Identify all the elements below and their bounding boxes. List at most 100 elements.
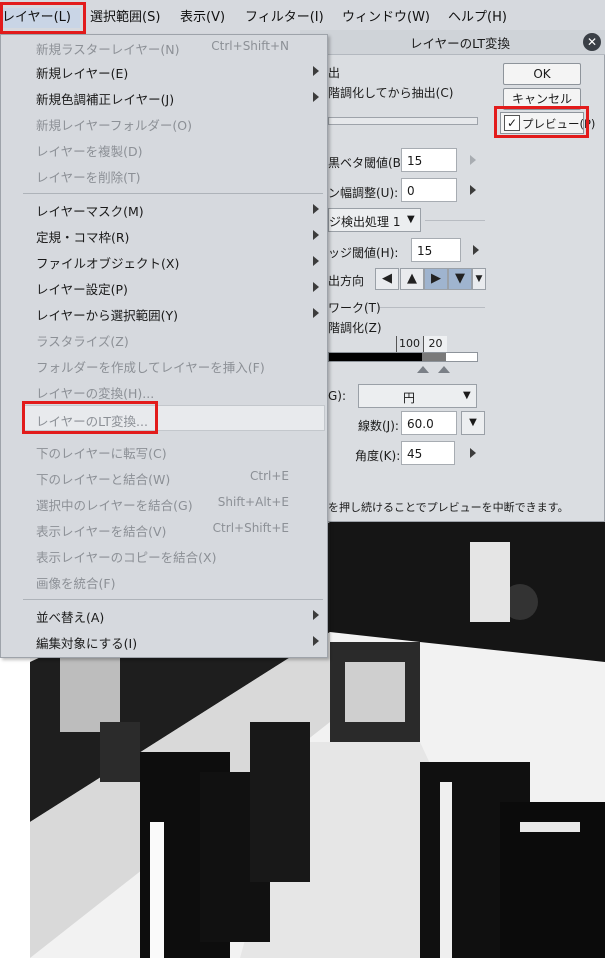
tone-levels-label: 階調化(Z) bbox=[328, 321, 382, 335]
cancel-button[interactable]: キャンセル bbox=[503, 88, 581, 110]
ok-button[interactable]: OK bbox=[503, 63, 581, 85]
menu-item-shortcut: Ctrl+Shift+E bbox=[212, 521, 289, 535]
menu-item-new-raster-layer[interactable]: 新規ラスターレイヤー(N) Ctrl+Shift+N bbox=[1, 35, 327, 59]
edge-threshold-spinner-icon[interactable] bbox=[473, 245, 479, 255]
menu-item-label: 下のレイヤーと結合(W) bbox=[36, 472, 171, 487]
menubar-help[interactable]: ヘルプ(H) bbox=[448, 8, 507, 28]
menu-item-label: 新規ラスターレイヤー(N) bbox=[36, 42, 180, 57]
menu-item-shortcut: Ctrl+E bbox=[250, 469, 289, 483]
menu-item-lt-convert[interactable]: レイヤーのLT変換... bbox=[23, 405, 325, 431]
arrow-right-icon[interactable]: ▶ bbox=[424, 268, 448, 290]
divider bbox=[425, 220, 485, 221]
close-icon[interactable]: ✕ bbox=[583, 33, 601, 51]
menubar-view[interactable]: 表示(V) bbox=[180, 8, 225, 28]
menu-item-transfer-below[interactable]: 下のレイヤーに転写(C) bbox=[1, 439, 327, 463]
tone-before-extract-option[interactable]: 階調化してから抽出(C) bbox=[328, 84, 453, 101]
arrow-up-icon[interactable]: ▲ bbox=[400, 268, 424, 290]
preview-label: プレビュー(P) bbox=[522, 117, 596, 131]
menu-item-label: ファイルオブジェクト(X) bbox=[36, 256, 180, 271]
edge-threshold-label: ッジ閾値(H): bbox=[328, 246, 399, 260]
line-width-adjust-label: ン幅調整(U): bbox=[328, 186, 399, 200]
tone-handle-1-icon[interactable] bbox=[417, 366, 429, 373]
lines-dropdown-icon[interactable]: ▼ bbox=[461, 411, 485, 435]
menu-item-label: レイヤーマスク(M) bbox=[36, 204, 144, 219]
menu-item-new-correction-layer[interactable]: 新規色調補正レイヤー(J) bbox=[1, 85, 327, 109]
preview-checkbox[interactable]: ✓ プレビュー(P) bbox=[500, 112, 595, 134]
tone-shape-value: 円 bbox=[403, 391, 416, 405]
tone-handle-2-icon[interactable] bbox=[438, 366, 450, 373]
menu-separator bbox=[23, 599, 323, 600]
menubar-filter[interactable]: フィルター(I) bbox=[245, 8, 324, 28]
menu-item-label: レイヤーのLT変換... bbox=[36, 414, 148, 429]
menu-item-shortcut: Shift+Alt+E bbox=[217, 495, 289, 509]
menu-item-selection-from-layer[interactable]: レイヤーから選択範囲(Y) bbox=[1, 301, 327, 325]
menubar-layer[interactable]: レイヤー(L) bbox=[2, 8, 80, 28]
edge-threshold-input[interactable]: 15 bbox=[411, 238, 461, 262]
menu-item-label: 編集対象にする(I) bbox=[36, 636, 138, 651]
threshold-spinner-icon[interactable] bbox=[470, 155, 476, 165]
tone-level-bar[interactable] bbox=[328, 352, 478, 362]
line-width-input[interactable]: 0 bbox=[401, 178, 457, 202]
menu-item-label: 選択中のレイヤーを結合(G) bbox=[36, 498, 193, 513]
direction-dropdown-icon[interactable]: ▼ bbox=[472, 268, 486, 290]
menu-item-label: 下のレイヤーに転写(C) bbox=[36, 446, 167, 461]
menubar-selection[interactable]: 選択範囲(S) bbox=[90, 8, 160, 28]
arrow-left-icon[interactable]: ◀ bbox=[375, 268, 399, 290]
menu-item-layer-settings[interactable]: レイヤー設定(P) bbox=[1, 275, 327, 299]
angle-input[interactable]: 45 bbox=[401, 441, 455, 465]
menu-item-label: 並べ替え(A) bbox=[36, 610, 105, 625]
black-fill-threshold-label: 黒ベタ閾値(B) bbox=[328, 156, 406, 170]
tone-level-high-value: 20 bbox=[423, 336, 447, 352]
angle-spinner-icon[interactable] bbox=[470, 448, 476, 458]
submenu-arrow-icon bbox=[313, 230, 319, 240]
black-fill-threshold-input[interactable]: 15 bbox=[401, 148, 457, 172]
menu-item-merge-visible[interactable]: 表示レイヤーを結合(V) Ctrl+Shift+E bbox=[1, 517, 327, 541]
menu-item-new-layer[interactable]: 新規レイヤー(E) bbox=[1, 59, 327, 83]
chevron-down-icon: ▼ bbox=[463, 390, 471, 401]
menu-item-sort[interactable]: 並べ替え(A) bbox=[1, 603, 327, 627]
lines-label: 線数(J): bbox=[358, 419, 399, 433]
divider bbox=[380, 307, 485, 308]
menu-item-merge-below[interactable]: 下のレイヤーと結合(W) Ctrl+E bbox=[1, 465, 327, 489]
menubar-layer-label: レイヤー(L) bbox=[2, 10, 71, 25]
menu-item-label: 定規・コマ枠(R) bbox=[36, 230, 130, 245]
menu-separator bbox=[23, 193, 323, 194]
menu-item-new-layer-folder[interactable]: 新規レイヤーフォルダー(O) bbox=[1, 111, 327, 135]
arrow-down-icon[interactable]: ▼ bbox=[448, 268, 472, 290]
menu-item-duplicate-layer[interactable]: レイヤーを複製(D) bbox=[1, 137, 327, 161]
submenu-arrow-icon bbox=[313, 610, 319, 620]
menu-item-shortcut: Ctrl+Shift+N bbox=[211, 39, 289, 53]
tone-work-label: ワーク(T) bbox=[328, 301, 381, 315]
menu-item-delete-layer[interactable]: レイヤーを削除(T) bbox=[1, 163, 327, 187]
edge-process-value: ジ検出処理 1 bbox=[329, 215, 401, 229]
lines-input[interactable]: 60.0 bbox=[401, 411, 457, 435]
menubar-selection-label: 選択範囲(S) bbox=[90, 10, 161, 25]
menu-item-ruler-frame[interactable]: 定規・コマ枠(R) bbox=[1, 223, 327, 247]
menu-item-flatten-image[interactable]: 画像を統合(F) bbox=[1, 569, 327, 593]
menu-item-merge-visible-copy[interactable]: 表示レイヤーのコピーを結合(X) bbox=[1, 543, 327, 567]
menu-item-layer-mask[interactable]: レイヤーマスク(M) bbox=[1, 197, 327, 221]
menu-item-create-folder-insert[interactable]: フォルダーを作成してレイヤーを挿入(F) bbox=[1, 353, 327, 377]
width-spinner-icon[interactable] bbox=[470, 185, 476, 195]
menubar-window[interactable]: ウィンドウ(W) bbox=[342, 8, 430, 28]
menubar-view-label: 表示(V) bbox=[180, 10, 226, 25]
tone-shape-dropdown[interactable]: 円 ▼ bbox=[358, 384, 477, 408]
dialog-title: レイヤーのLT変換 bbox=[409, 36, 510, 51]
menu-item-convert-layer[interactable]: レイヤーの変換(H)... bbox=[1, 379, 327, 403]
menu-item-rasterize[interactable]: ラスタライズ(Z) bbox=[1, 327, 327, 351]
menu-item-label: 表示レイヤーのコピーを結合(X) bbox=[36, 550, 217, 565]
menu-item-set-edit-target[interactable]: 編集対象にする(I) bbox=[1, 629, 327, 653]
menu-item-label: 新規色調補正レイヤー(J) bbox=[36, 92, 175, 107]
menu-item-label: レイヤーから選択範囲(Y) bbox=[36, 308, 179, 323]
layer-menu-dropdown: 新規ラスターレイヤー(N) Ctrl+Shift+N 新規レイヤー(E) 新規色調… bbox=[0, 34, 328, 658]
detect-direction-label: 出方向 bbox=[328, 274, 365, 288]
tone-shape-label: G): bbox=[328, 389, 347, 403]
menu-item-label: ラスタライズ(Z) bbox=[36, 334, 129, 349]
edge-process-dropdown[interactable]: ジ検出処理 1 ▼ bbox=[328, 208, 421, 232]
menu-item-file-object[interactable]: ファイルオブジェクト(X) bbox=[1, 249, 327, 273]
submenu-arrow-icon bbox=[313, 92, 319, 102]
menu-item-label: レイヤーの変換(H)... bbox=[36, 386, 155, 401]
submenu-arrow-icon bbox=[313, 256, 319, 266]
menu-item-merge-selected[interactable]: 選択中のレイヤーを結合(G) Shift+Alt+E bbox=[1, 491, 327, 515]
menu-item-label: レイヤー設定(P) bbox=[36, 282, 128, 297]
